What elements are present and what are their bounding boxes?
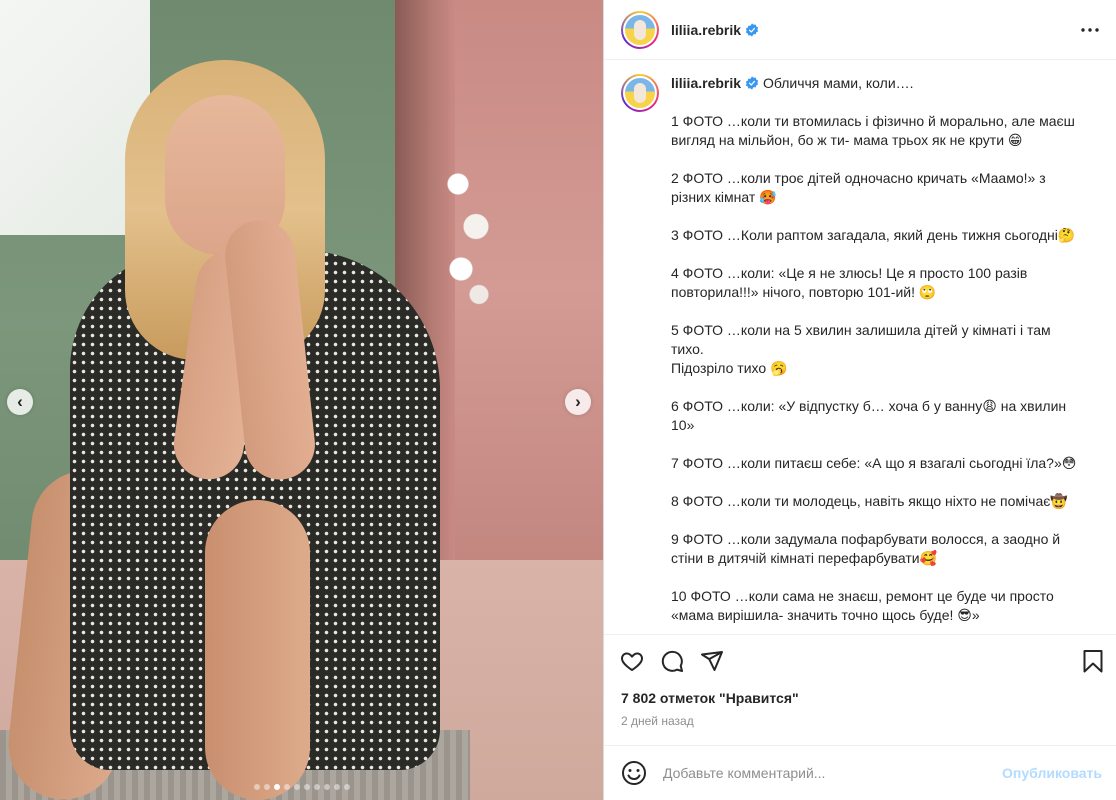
chevron-left-icon: ‹ <box>17 392 23 411</box>
save-button[interactable] <box>1072 641 1104 681</box>
caption-paragraph: 6 ФОТО …коли: «У відпустку б… хоча б у в… <box>671 398 1067 433</box>
caption-paragraph: 2 ФОТО …коли троє дітей одночасно кричат… <box>671 170 1046 205</box>
previous-slide-button[interactable]: ‹ <box>7 389 33 415</box>
more-horizontal-icon <box>1081 27 1099 32</box>
slide-dot <box>303 784 310 790</box>
caption-paragraph: 9 ФОТО …коли задумала пофарбувати волосс… <box>671 531 1061 566</box>
slide-dot-active <box>273 784 280 790</box>
heart-icon <box>621 652 643 671</box>
caption-paragraph: 8 ФОТО …коли ти молодець, навіть якщо ні… <box>671 493 1068 509</box>
caption-intro: Обличчя мами, коли…. <box>762 75 914 91</box>
chevron-right-icon: › <box>575 392 581 411</box>
post-timestamp[interactable]: 2 дней назад <box>604 710 1116 736</box>
post-dialog: ‹ › liliia.rebrik liliia.rebrik Обличчя … <box>0 0 1116 800</box>
bookmark-icon <box>1083 649 1103 672</box>
slide-dot <box>333 784 340 790</box>
slide-dot <box>283 784 290 790</box>
caption-paragraph: 4 ФОТО …коли: «Це я не злюсь! Це я прост… <box>671 265 1028 300</box>
publish-button[interactable]: Опубликовать <box>1002 765 1102 781</box>
caption-paragraph: 1 ФОТО …коли ти втомилась і фізично й мо… <box>671 113 1075 148</box>
caption-text: liliia.rebrik Обличчя мами, коли…. 1 ФОТ… <box>671 74 1081 634</box>
post-header: liliia.rebrik <box>604 0 1116 60</box>
share-icon <box>701 650 723 671</box>
caption-avatar[interactable] <box>621 74 659 112</box>
username-text[interactable]: liliia.rebrik <box>671 22 741 38</box>
like-button[interactable] <box>620 641 660 681</box>
share-button[interactable] <box>700 641 740 681</box>
caption-username[interactable]: liliia.rebrik <box>671 75 741 91</box>
next-slide-button[interactable]: › <box>565 389 591 415</box>
avatar[interactable] <box>621 10 659 49</box>
caption-paragraph: 7 ФОТО …коли питаєш себе: «А що я взагал… <box>671 455 1077 471</box>
slide-dot <box>313 784 320 790</box>
slide-dot <box>253 784 260 790</box>
slide-dot <box>343 784 350 790</box>
caption-paragraph: 3 ФОТО …Коли раптом загадала, який день … <box>671 227 1076 243</box>
comment-box: Опубликовать <box>604 745 1116 800</box>
caption-paragraph: 5 ФОТО …коли на 5 хвилин залишила дітей … <box>671 322 1051 376</box>
author-username[interactable]: liliia.rebrik <box>671 22 759 38</box>
post-media[interactable]: ‹ › <box>0 0 603 800</box>
slide-dot <box>323 784 330 790</box>
slide-dot <box>293 784 300 790</box>
verified-badge-icon <box>745 76 759 90</box>
slide-dot <box>263 784 270 790</box>
more-options-button[interactable] <box>1078 18 1102 42</box>
likes-count[interactable]: 7 802 отметок "Нравится" <box>604 686 1116 710</box>
post-side-panel: liliia.rebrik liliia.rebrik Обличчя мами… <box>603 0 1116 800</box>
caption-area: liliia.rebrik Обличчя мами, коли…. 1 ФОТ… <box>604 60 1116 634</box>
action-bar <box>604 634 1116 686</box>
post-photo <box>0 0 603 800</box>
comment-button[interactable] <box>660 641 700 681</box>
slide-indicator <box>0 784 603 790</box>
caption-paragraph: 10 ФОТО …коли сама не знаєш, ремонт це б… <box>671 588 1054 623</box>
comment-icon <box>661 650 683 672</box>
emoji-icon[interactable] <box>621 760 647 786</box>
comment-input[interactable] <box>663 765 1003 781</box>
verified-badge-icon <box>745 22 759 37</box>
